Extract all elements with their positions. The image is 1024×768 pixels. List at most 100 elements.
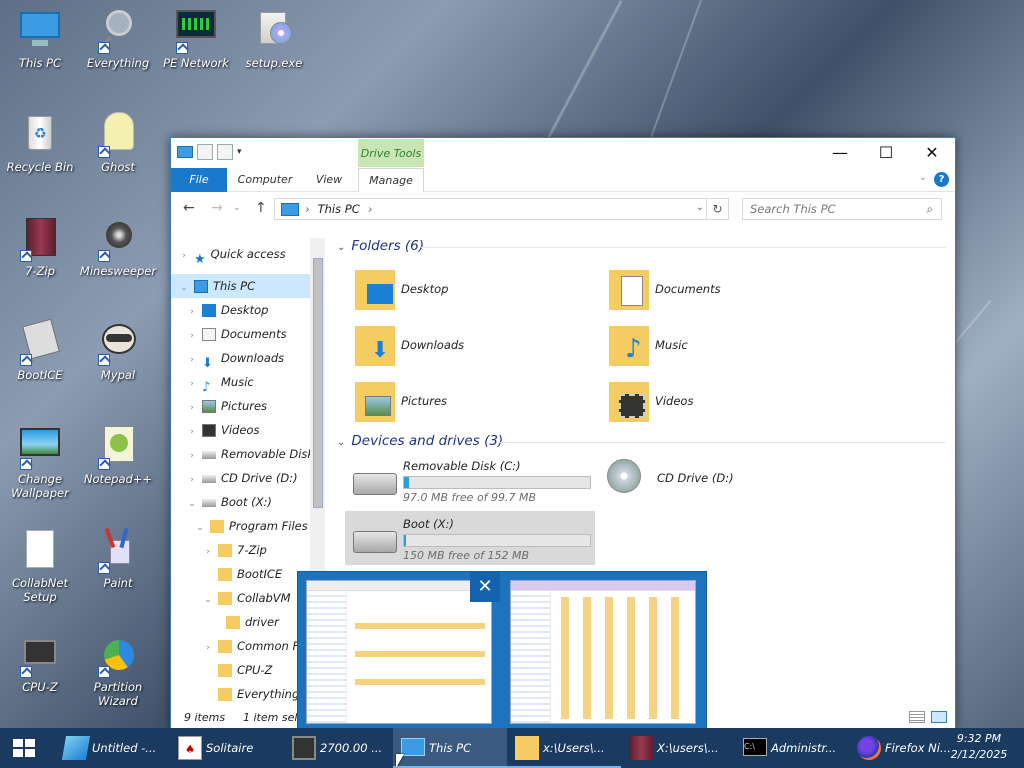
drive-item-removable-disk[interactable]: Removable Disk (C:) 97.0 MB free of 99.7… [345, 453, 595, 507]
desktop-icon-bootice[interactable]: BootICE [0, 318, 80, 382]
sidebar-item-boot[interactable]: ⌄ Boot (X:) [185, 490, 272, 514]
chevron-down-icon[interactable]: ▾ [237, 147, 242, 157]
recent-chevron-icon[interactable]: ⌄ [233, 203, 241, 213]
start-button[interactable] [0, 728, 48, 768]
maximize-button[interactable]: ☐ [863, 138, 909, 168]
preview-close-button[interactable]: ✕ [470, 572, 500, 602]
refresh-icon[interactable]: ↻ [706, 199, 728, 219]
floppy-icon [18, 318, 62, 366]
address-separator[interactable]: › [368, 202, 373, 216]
desktop-icon-label: Mypal [100, 368, 136, 382]
sidebar-item-this-pc[interactable]: ⌄ This PC [171, 274, 310, 300]
search-input[interactable]: Search This PC ⌕ [742, 198, 942, 220]
close-button[interactable]: ✕ [909, 138, 955, 168]
sidebar-item-pictures[interactable]: › Pictures [185, 394, 267, 418]
sidebar-item-downloads[interactable]: › ⬇ Downloads [185, 346, 284, 371]
folder-item-music[interactable]: ♪ Music [609, 322, 849, 370]
sidebar-item-driver[interactable]: driver [209, 610, 279, 634]
desktop-icon-label: Ghost [101, 160, 135, 174]
chevron-down-icon[interactable]: ⌄ [337, 242, 345, 253]
sidebar-item-program-files[interactable]: ⌄ Program Files [193, 514, 308, 538]
forward-arrow-icon[interactable]: → [211, 200, 223, 216]
sidebar-item-quick-access[interactable]: › ★ Quick access [177, 242, 285, 268]
ribbon-expand-icon[interactable]: ⌄ [919, 172, 927, 183]
desktop-icon-everything[interactable]: Everything [78, 8, 158, 70]
documents-icon [202, 328, 216, 341]
sidebar-item-everything[interactable]: Everything [201, 682, 299, 706]
window-thumbnail[interactable] [510, 580, 696, 724]
folders-group-header[interactable]: ⌄ Folders (6) [337, 238, 424, 254]
desktop-icon-pe-network[interactable]: PE Network [156, 8, 236, 70]
expand-chevron-icon[interactable]: › [177, 244, 191, 268]
address-bar[interactable]: › This PC › ⌄ ↻ [274, 198, 729, 220]
tab-view[interactable]: View [305, 168, 353, 192]
desktop-icon-label: Paint [103, 576, 133, 590]
folder-item-downloads[interactable]: ⬇ Downloads [355, 322, 595, 370]
scrollbar-thumb[interactable] [313, 258, 323, 508]
sidebar-item-cd-drive[interactable]: › CD Drive (D:) [185, 466, 297, 490]
new-folder-icon[interactable] [217, 144, 233, 160]
taskbar-item-notepad[interactable]: Untitled -... [56, 728, 170, 768]
sidebar-item-collabvm[interactable]: ⌄ CollabVM [201, 586, 291, 610]
drive-item-cd-drive[interactable]: CD Drive (D:) [599, 453, 849, 507]
sidebar-item-removable-disk[interactable]: › Removable Disk [185, 442, 310, 466]
desktop-icon-setup[interactable]: setup.exe [234, 8, 314, 70]
desktop-icon-label: Recycle Bin [6, 160, 74, 174]
taskbar-item-command-prompt[interactable]: C:\ Administr... [735, 728, 849, 768]
taskbar-item-7zip[interactable]: X:\users\... [621, 728, 735, 768]
sidebar-item-music[interactable]: › ♪ Music [185, 370, 254, 395]
taskbar-item-solitaire[interactable]: ♠ Solitaire [170, 728, 284, 768]
desktop-icon-notepadpp[interactable]: Notepad++ [78, 424, 158, 486]
up-arrow-icon[interactable]: ↑ [255, 200, 267, 216]
help-button[interactable]: ? [934, 172, 949, 187]
shortcut-arrow-icon [98, 562, 110, 574]
folder-item-desktop[interactable]: Desktop [355, 266, 595, 314]
desktop-icon-recycle-bin[interactable]: ♻ Recycle Bin [0, 112, 80, 174]
desktop-icon-paint[interactable]: Paint [78, 527, 158, 590]
sidebar-item-documents[interactable]: › Documents [185, 322, 287, 346]
folder-item-documents[interactable]: Documents [609, 266, 849, 314]
taskbar-item-explorer-users[interactable]: x:\Users\... [507, 728, 621, 768]
desktop-icon-this-pc[interactable]: This PC [0, 8, 80, 70]
folder-item-pictures[interactable]: Pictures [355, 378, 595, 426]
window-thumbnail[interactable] [306, 580, 492, 724]
address-location[interactable]: This PC [318, 202, 360, 216]
back-arrow-icon[interactable]: ← [183, 200, 195, 216]
sidebar-item-7zip[interactable]: › 7-Zip [201, 538, 267, 562]
folder-item-videos[interactable]: Videos [609, 378, 849, 426]
taskbar-item-cpuz[interactable]: 2700.00 ... [284, 728, 398, 768]
computer-icon [18, 8, 62, 52]
search-icon[interactable]: ⌕ [927, 199, 933, 219]
collapse-chevron-icon[interactable]: ⌄ [177, 276, 191, 300]
taskbar-item-this-pc[interactable]: This PC [393, 728, 507, 768]
desktop-icon-mypal[interactable]: Mypal [78, 320, 158, 382]
sidebar-item-videos[interactable]: › Videos [185, 418, 259, 442]
large-icons-view-icon[interactable] [931, 711, 947, 723]
sidebar-item-cpuz[interactable]: CPU-Z [201, 658, 272, 682]
computer-icon [281, 202, 299, 216]
desktop-icon-collabnet-setup[interactable]: CollabNet Setup [0, 528, 80, 604]
drive-item-boot[interactable]: Boot (X:) 150 MB free of 152 MB [345, 511, 595, 565]
desktop-icon-cpuz[interactable]: CPU-Z [0, 632, 80, 694]
system-clock[interactable]: 9:32 PM 2/12/2025 [934, 728, 1024, 768]
properties-icon[interactable] [197, 144, 213, 160]
desktop-icon-partition-wizard[interactable]: Partition Wizard [78, 632, 158, 708]
sidebar-item-common-files[interactable]: › Common F [201, 634, 299, 658]
chevron-down-icon[interactable]: ⌄ [337, 437, 345, 448]
desktop-icon-7zip[interactable]: 7-Zip [0, 216, 80, 278]
tab-computer[interactable]: Computer [231, 168, 299, 192]
desktop-icon-ghost[interactable]: Ghost [78, 112, 158, 174]
details-view-icon[interactable] [909, 711, 925, 723]
tab-manage[interactable]: Manage [358, 168, 424, 192]
sidebar-item-bootice[interactable]: BootICE [201, 562, 282, 586]
desktop-icon-change-wallpaper[interactable]: Change Wallpaper [0, 424, 80, 500]
title-bar: ▾ Drive Tools — ☐ ✕ [171, 138, 955, 168]
address-dropdown-icon[interactable]: ⌄ [696, 202, 704, 213]
tab-file[interactable]: File [171, 168, 227, 192]
minimize-button[interactable]: — [817, 138, 863, 168]
desktop-icon-minesweeper[interactable]: Minesweeper [78, 216, 158, 278]
music-note-icon: ♪ [202, 380, 211, 395]
computer-icon [401, 738, 425, 756]
sidebar-item-desktop[interactable]: › Desktop [185, 298, 268, 322]
drives-group-header[interactable]: ⌄ Devices and drives (3) [337, 433, 503, 449]
